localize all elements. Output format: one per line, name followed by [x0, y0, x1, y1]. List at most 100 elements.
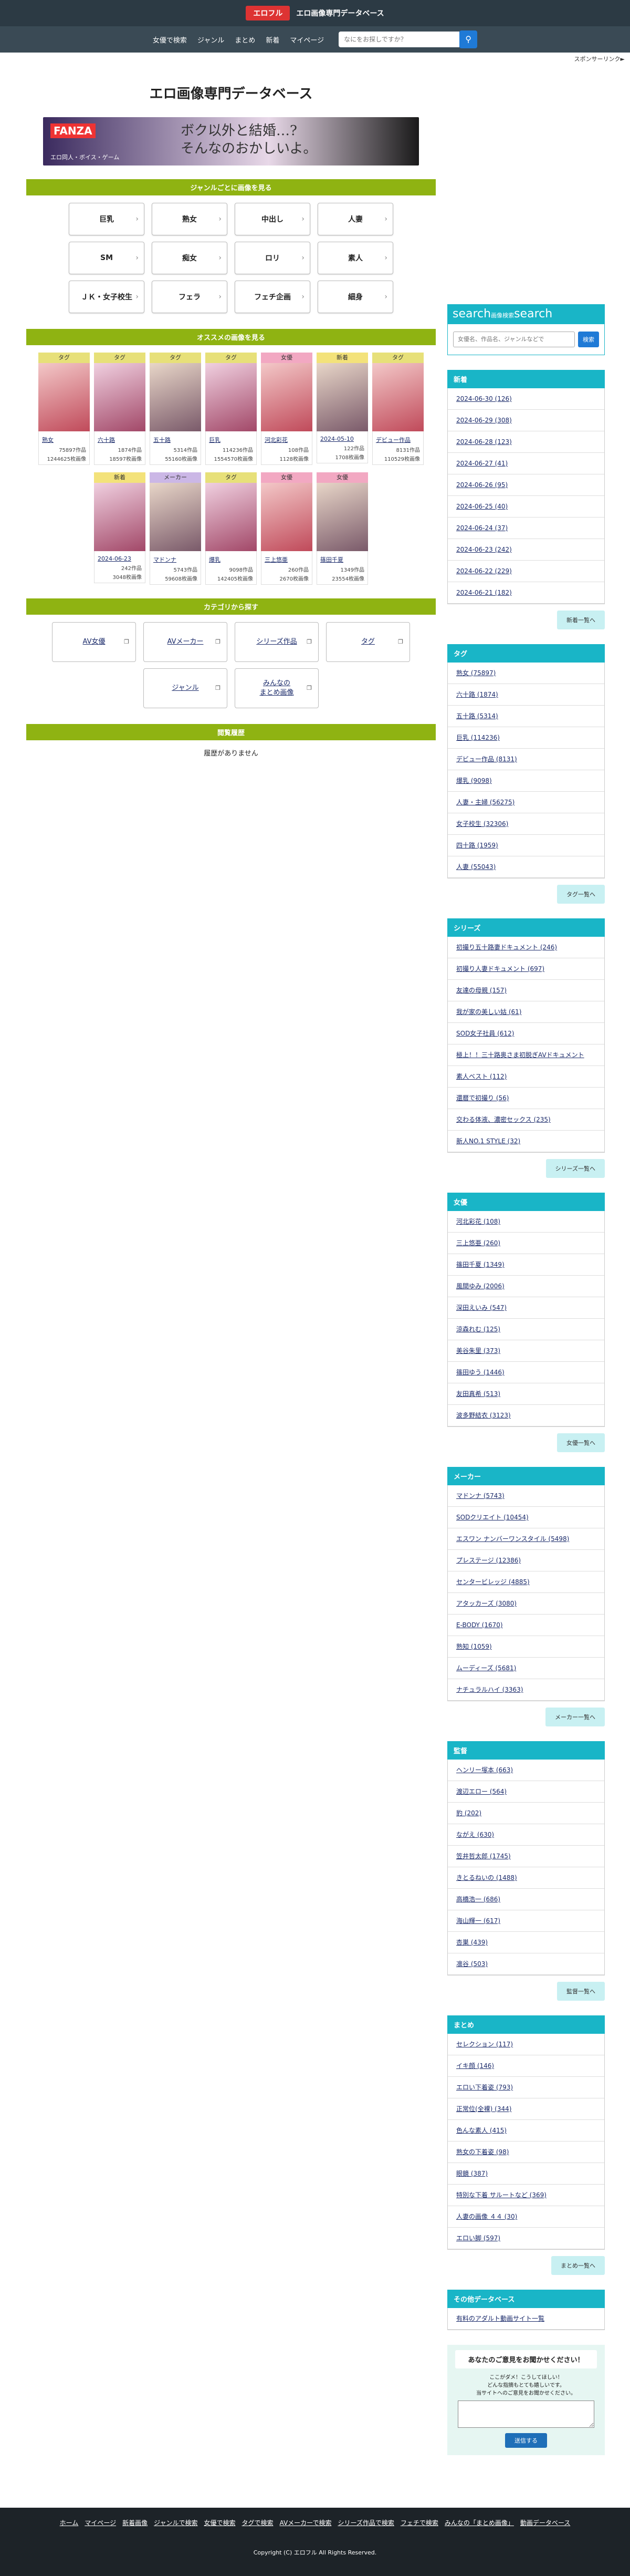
sidebar-item-link[interactable]: 2024-06-26 (95) [456, 481, 508, 489]
more-link-button[interactable]: 女優一覧へ [557, 1433, 605, 1452]
sidebar-item-link[interactable]: 眼鏡 (387) [456, 2170, 488, 2177]
footer-link[interactable]: みんなの「まとめ画像」 [445, 2518, 514, 2527]
sidebar-search-button[interactable]: 検索 [578, 332, 599, 347]
header-search-input[interactable] [339, 32, 460, 47]
sidebar-item-link[interactable]: SOD女子社員 (612) [456, 1030, 514, 1037]
sponsor-link[interactable]: スポンサーリンク► [0, 53, 630, 65]
sidebar-item-link[interactable]: プレステージ (12386) [456, 1557, 521, 1564]
recommend-card[interactable]: タグ 六十路 1874作品 18597枚画像 [94, 353, 145, 465]
sidebar-item-link[interactable]: 2024-06-28 (123) [456, 438, 512, 446]
sidebar-item-link[interactable]: 渡辺エロー (564) [456, 1788, 507, 1795]
sidebar-item-link[interactable]: 熟女 (75897) [456, 669, 496, 677]
footer-link[interactable]: 女優で検索 [204, 2518, 236, 2527]
sidebar-item-link[interactable]: 有料のアダルト動画サイト一覧 [456, 2315, 544, 2322]
recommend-card[interactable]: タグ デビュー作品 8131作品 110529枚画像 [372, 353, 424, 465]
sidebar-item-link[interactable]: 五十路 (5314) [456, 712, 498, 720]
sidebar-item-link[interactable]: 篠田ゆう (1446) [456, 1369, 505, 1376]
sidebar-item-link[interactable]: 波多野結衣 (3123) [456, 1412, 511, 1419]
sidebar-item-link[interactable]: 美谷朱里 (373) [456, 1347, 500, 1354]
sidebar-item-link[interactable]: 2024-06-22 (229) [456, 567, 512, 575]
card-name-link[interactable]: 2024-05-10 [317, 431, 368, 443]
sidebar-item-link[interactable]: 笠井哲太郎 (1745) [456, 1853, 511, 1860]
sidebar-item-link[interactable]: 深田えいみ (547) [456, 1304, 507, 1311]
nav-item-mypage[interactable]: マイページ [290, 35, 324, 45]
sidebar-item-link[interactable]: 四十路 (1959) [456, 842, 498, 849]
footer-link[interactable]: ホーム [60, 2518, 79, 2527]
genre-button[interactable]: 中出し › [235, 203, 310, 235]
sidebar-item-link[interactable]: 人妻の画像 ４４ (30) [456, 2213, 517, 2220]
recommend-card[interactable]: タグ 熟女 75897作品 1244625枚画像 [38, 353, 90, 465]
sidebar-item-link[interactable]: 人妻・主婦 (56275) [456, 799, 514, 806]
more-link-button[interactable]: 監督一覧へ [557, 1982, 605, 2001]
footer-link[interactable]: ジャンルで検索 [154, 2518, 197, 2527]
card-name-link[interactable]: 五十路 [150, 431, 201, 445]
sidebar-item-link[interactable]: マドンナ (5743) [456, 1492, 505, 1499]
footer-link[interactable]: マイページ [85, 2518, 116, 2527]
recommend-card[interactable]: 新着 2024-06-23 242作品 3048枚画像 [94, 472, 145, 585]
nav-item-genre[interactable]: ジャンル [197, 35, 224, 45]
sidebar-item-link[interactable]: 2024-06-25 (40) [456, 503, 508, 510]
card-thumbnail[interactable] [94, 363, 145, 431]
sidebar-item-link[interactable]: エロい脚 (597) [456, 2234, 500, 2242]
sidebar-item-link[interactable]: E-BODY (1670) [456, 1621, 503, 1629]
category-button[interactable]: タグ ❐ [326, 622, 410, 662]
sidebar-item-link[interactable]: 2024-06-29 (308) [456, 417, 512, 424]
sidebar-item-link[interactable]: 巨乳 (114236) [456, 734, 500, 741]
recommend-card[interactable]: 女優 河北彩花 108作品 1128枚画像 [261, 353, 312, 465]
recommend-card[interactable]: 女優 三上悠亜 260作品 2670枚画像 [261, 472, 312, 585]
sidebar-item-link[interactable]: 正常位(全裸) (344) [456, 2105, 511, 2113]
nav-item-matome[interactable]: まとめ [235, 35, 255, 45]
sidebar-item-link[interactable]: 我が家の美しい姑 (61) [456, 1008, 521, 1016]
sidebar-item-link[interactable]: 篠田千夏 (1349) [456, 1261, 505, 1268]
more-link-button[interactable]: タグ一覧へ [557, 885, 605, 904]
sidebar-item-link[interactable]: 河北彩花 (108) [456, 1218, 500, 1225]
sidebar-item-link[interactable]: 爆乳 (9098) [456, 777, 492, 784]
recommend-card[interactable]: タグ 爆乳 9098作品 142405枚画像 [205, 472, 257, 585]
card-thumbnail[interactable] [94, 483, 145, 551]
card-name-link[interactable]: 熟女 [38, 431, 90, 445]
sidebar-item-link[interactable]: 女子校生 (32306) [456, 820, 508, 827]
sidebar-item-link[interactable]: 2024-06-23 (242) [456, 546, 512, 553]
sidebar-item-link[interactable]: 2024-06-27 (41) [456, 460, 508, 467]
sidebar-item-link[interactable]: 色んな素人 (415) [456, 2127, 507, 2134]
more-link-button[interactable]: まとめ一覧へ [551, 2256, 605, 2275]
sidebar-item-link[interactable]: SODクリエイト (10454) [456, 1514, 529, 1521]
sidebar-item-link[interactable]: 友田真希 (513) [456, 1390, 500, 1398]
genre-button[interactable]: フェラ › [152, 281, 227, 313]
card-name-link[interactable]: デビュー作品 [372, 431, 424, 445]
sidebar-item-link[interactable]: 涼森れむ (125) [456, 1326, 500, 1333]
footer-link[interactable]: タグで検索 [242, 2518, 274, 2527]
nav-item-actress[interactable]: 女優で検索 [153, 35, 187, 45]
more-link-button[interactable]: 新着一覧へ [557, 611, 605, 629]
genre-button[interactable]: フェチ企画 › [235, 281, 310, 313]
recommend-card[interactable]: メーカー マドンナ 5743作品 59608枚画像 [150, 472, 201, 585]
opinion-textarea[interactable] [458, 2401, 594, 2428]
card-thumbnail[interactable] [317, 483, 368, 551]
nav-item-new[interactable]: 新着 [266, 35, 279, 45]
card-thumbnail[interactable] [38, 363, 90, 431]
genre-button[interactable]: 熟女 › [152, 203, 227, 235]
opinion-send-button[interactable]: 送信する [505, 2433, 547, 2448]
sidebar-item-link[interactable]: ながえ (630) [456, 1831, 494, 1838]
card-thumbnail[interactable] [317, 363, 368, 431]
category-button[interactable]: シリーズ作品 ❐ [235, 622, 319, 662]
sidebar-item-link[interactable]: 初撮り五十路妻ドキュメント (246) [456, 944, 557, 951]
sidebar-item-link[interactable]: 2024-06-21 (182) [456, 589, 512, 596]
card-thumbnail[interactable] [150, 483, 201, 551]
sidebar-item-link[interactable]: 高橋浩一 (686) [456, 1896, 500, 1903]
card-name-link[interactable]: 2024-06-23 [94, 551, 145, 563]
card-thumbnail[interactable] [261, 363, 312, 431]
category-button[interactable]: AV女優 ❐ [52, 622, 136, 662]
sidebar-item-link[interactable]: エスワン ナンバーワンスタイル (5498) [456, 1535, 569, 1543]
sidebar-item-link[interactable]: デビュー作品 (8131) [456, 756, 517, 763]
genre-button[interactable]: ロリ › [235, 242, 310, 274]
category-button[interactable]: みんなの まとめ画像 ❐ [235, 668, 319, 708]
footer-link[interactable]: シリーズ作品で検索 [338, 2518, 394, 2527]
sidebar-item-link[interactable]: センタービレッジ (4885) [456, 1578, 530, 1586]
card-name-link[interactable]: 爆乳 [205, 551, 257, 565]
sidebar-item-link[interactable]: 還暦で初撮り (56) [456, 1094, 509, 1102]
genre-button[interactable]: 人妻 › [318, 203, 393, 235]
sidebar-item-link[interactable]: ナチュラルハイ (3363) [456, 1686, 523, 1693]
sidebar-item-link[interactable]: セレクション (117) [456, 2041, 513, 2048]
sidebar-item-link[interactable]: イキ顔 (146) [456, 2062, 494, 2070]
